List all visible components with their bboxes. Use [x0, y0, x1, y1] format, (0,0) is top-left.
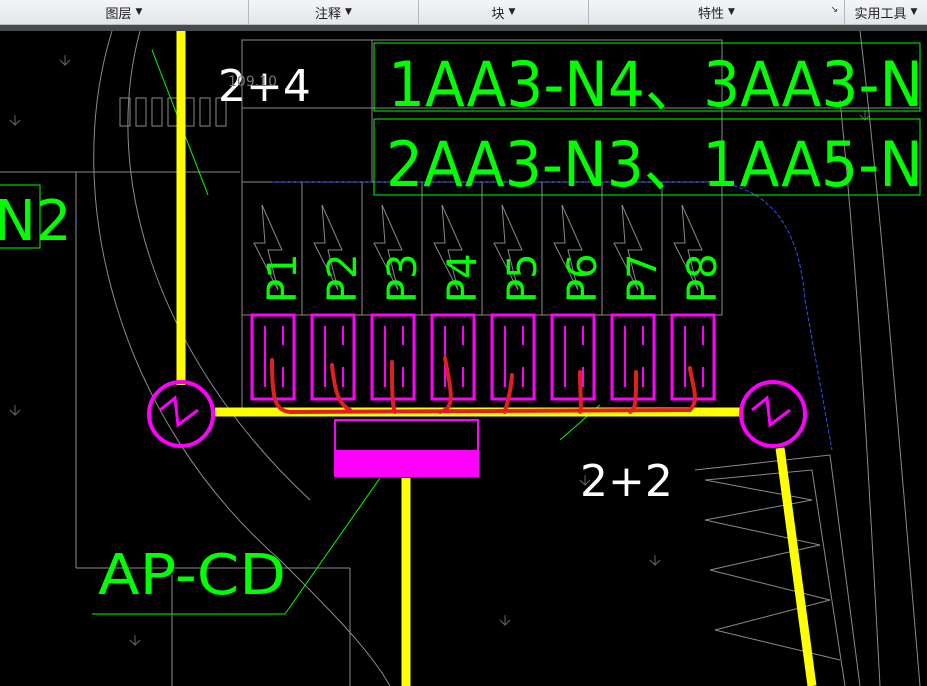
dropdown-icon: ▼	[135, 7, 143, 17]
ribbon-panel-layers[interactable]: 图层 ▼	[0, 0, 249, 24]
ribbon-panel-properties[interactable]: 特性 ▼ ↘	[589, 0, 845, 24]
ribbon-panel-block[interactable]: 块 ▼	[419, 0, 589, 24]
panel-label: 图层	[105, 6, 132, 22]
elevation-label: 109.10	[228, 74, 277, 90]
circuit-label: P3	[380, 253, 426, 303]
circuit-text-line-1: 1AA3-N4、3AA3-N	[388, 48, 923, 121]
ribbon-panel-bar: 图层 ▼ 注释 ▼ 块 ▼ 特性 ▼ ↘ 实用工具 ▼	[0, 0, 927, 25]
dialog-launcher-icon[interactable]: ↘	[830, 5, 838, 15]
circuit-label: P4	[440, 253, 486, 303]
dropdown-icon: ▼	[910, 7, 918, 17]
panel-label: 实用工具	[854, 6, 907, 22]
panel-label: 特性	[698, 6, 725, 22]
circuit-label: P2	[320, 253, 366, 303]
panel-label: 块	[491, 6, 505, 22]
dropdown-icon: ▼	[728, 7, 735, 17]
dropdown-icon: ▼	[508, 7, 516, 17]
panel-label: 注释	[315, 6, 342, 22]
ribbon-panel-annotation[interactable]: 注释 ▼	[249, 0, 419, 24]
circuit-label: P5	[500, 253, 546, 303]
dropdown-icon: ▼	[345, 7, 352, 17]
circuit-text-line-2: 2AA3-N3、1AA5-N	[386, 128, 923, 201]
circuit-label: P7	[620, 253, 666, 303]
drawing-canvas[interactable]: P1 P2 P3 P4 P5 P6 P7 P8 2+4 109.10 1AA3-N4、3AA3…	[0, 31, 927, 686]
circuit-label: P8	[680, 253, 726, 303]
panel-name-label: AP-CD	[98, 543, 286, 608]
cable-spec-bottom-right: 2+2	[580, 456, 673, 507]
ribbon-panel-utilities[interactable]: 实用工具 ▼	[845, 0, 927, 24]
circuit-label: P6	[560, 253, 606, 303]
circuit-label: P1	[260, 253, 306, 303]
left-circuit-label: N2	[0, 189, 72, 254]
